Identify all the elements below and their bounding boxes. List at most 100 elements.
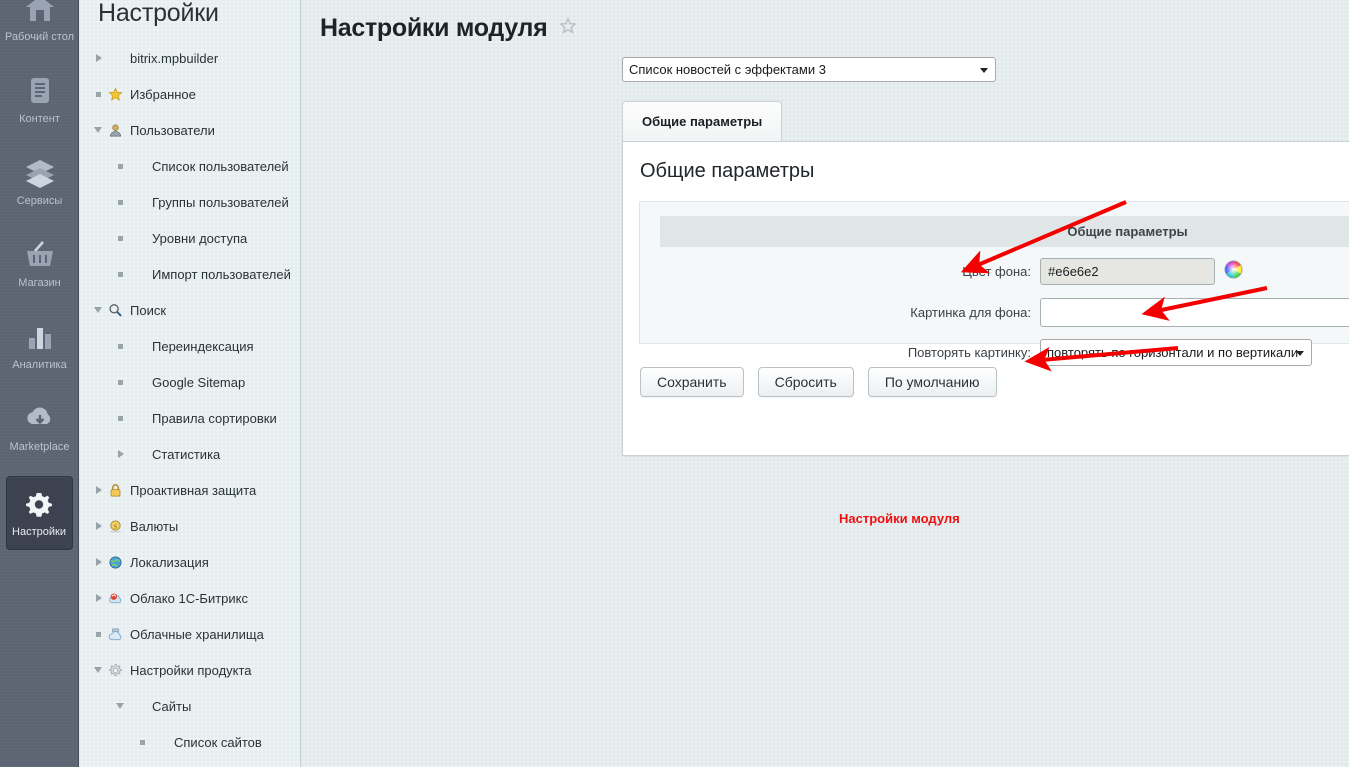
section-header: Общие параметры [660,216,1349,247]
rail-item-services[interactable]: Сервисы [0,148,78,214]
tree-item-user-import[interactable]: Импорт пользователей [80,256,300,292]
default-button[interactable]: По умолчанию [867,367,997,397]
parameters-panel: Общие параметры Цвет фона: #e6e6e2 Карти… [639,201,1349,366]
layers-services-icon [21,154,59,192]
bullet-icon [114,159,128,173]
chevron-down-icon[interactable] [92,303,106,317]
magnifier-icon [106,301,124,319]
save-button[interactable]: Сохранить [640,367,744,397]
tab-label: Общие параметры [642,114,763,129]
chevron-down-icon[interactable] [92,663,106,677]
bullet-icon [114,195,128,209]
page-header: Настройки модуля [302,0,1349,43]
reset-button[interactable]: Сбросить [757,367,854,397]
tree-label: Настройки продукта [130,662,252,678]
no-icon [128,697,146,715]
chevron-right-icon[interactable] [92,591,106,605]
chevron-right-icon[interactable] [114,447,128,461]
star-icon [106,85,124,103]
color-wheel-icon[interactable] [1224,259,1243,284]
tree-item-site-templates[interactable]: Шаблоны сайтов [80,760,300,767]
card-heading: Общие параметры [640,160,815,182]
tree-item-users[interactable]: Пользователи [80,112,300,148]
bg-color-input[interactable]: #e6e6e2 [1040,258,1215,285]
rail-item-marketplace[interactable]: Marketplace [0,394,78,460]
default-button-label: По умолчанию [884,374,980,390]
no-icon [128,409,146,427]
chevron-down-icon [980,67,988,73]
rail-item-shop[interactable]: Магазин [0,230,78,296]
menu-panel-title: Настройки [98,0,219,27]
tree-label: Поиск [130,302,167,318]
field-label-bg-color: Цвет фона: [962,264,1031,279]
bullet-icon [114,411,128,425]
tree-item-bitrix-cloud[interactable]: Облако 1С-Битрикс [80,580,300,616]
tree-label: Облачные хранилища [130,626,264,642]
rail-item-analytics[interactable]: Аналитика [0,312,78,378]
bullet-icon [114,339,128,353]
field-row-repeat: Повторять картинку: повторять по горизон… [640,339,1349,366]
tree-item-users-list[interactable]: Список пользователей [80,148,300,184]
repeat-select[interactable]: повторять по горизонтали и по вертикали [1040,339,1312,366]
tree-item-access-levels[interactable]: Уровни доступа [80,220,300,256]
tree-item-site-list[interactable]: Список сайтов [80,724,300,760]
rail-item-content[interactable]: Контент [0,66,78,132]
tree-item-statistics[interactable]: Статистика [80,436,300,472]
settings-card: Общие параметры Общие параметры Цвет фон… [622,141,1349,456]
tree-item-proactive-protection[interactable]: Проактивная защита [80,472,300,508]
tree-item-user-groups[interactable]: Группы пользователей [80,184,300,220]
no-icon [128,337,146,355]
chevron-right-icon[interactable] [92,51,106,65]
bullet-icon [114,267,128,281]
tree-item-favorites[interactable]: Избранное [80,76,300,112]
globe-icon [106,553,124,571]
settings-tree: bitrix.mpbuilder Избранное Пользователи … [80,26,300,767]
tab-general-parameters[interactable]: Общие параметры [622,101,783,141]
tree-item-bitrix-mpbuilder[interactable]: bitrix.mpbuilder [80,40,300,76]
tree-label: Статистика [152,446,221,462]
rail-label-shop: Магазин [18,277,61,289]
field-row-bg-color: Цвет фона: #e6e6e2 [640,258,1349,285]
module-select-value: Список новостей с эффектами 3 [629,62,826,77]
rail-item-settings[interactable]: Настройки [5,476,73,550]
tab-bar: Общие параметры [622,101,1349,141]
tree-item-google-sitemap[interactable]: Google Sitemap [80,364,300,400]
field-label-bg-image: Картинка для фона: [910,305,1031,320]
module-select[interactable]: Список новостей с эффектами 3 [622,57,996,82]
no-icon [106,49,124,67]
tree-item-sites[interactable]: Сайты [80,688,300,724]
tree-item-currencies[interactable]: S Валюты [80,508,300,544]
tree-label: Облако 1С-Битрикс [130,590,248,606]
tree-item-cloud-storage[interactable]: Облачные хранилища [80,616,300,652]
chevron-right-icon[interactable] [92,519,106,533]
star-outline-icon[interactable] [559,16,578,40]
bullet-icon [136,735,150,749]
annotation-label: Настройки модуля [839,511,960,526]
bg-image-input[interactable] [1040,298,1349,327]
chevron-down-icon[interactable] [92,123,106,137]
bullet-icon [92,627,106,641]
tree-label: Валюты [130,518,179,534]
svg-text:S: S [113,523,117,530]
tree-label: Пользователи [130,122,215,138]
tree-label: Переиндексация [152,338,254,354]
gear-settings-icon [20,485,58,523]
tree-label: Google Sitemap [152,374,246,390]
tree-label: Группы пользователей [152,194,289,210]
no-icon [128,265,146,283]
tree-item-localization[interactable]: Локализация [80,544,300,580]
tree-item-product-settings[interactable]: Настройки продукта [80,652,300,688]
field-label-repeat: Повторять картинку: [907,345,1031,360]
tree-label: Уровни доступа [152,230,248,246]
tree-item-reindex[interactable]: Переиндексация [80,328,300,364]
chevron-right-icon[interactable] [92,555,106,569]
gear-icon [106,661,124,679]
page-title: Настройки модуля [320,14,548,42]
chevron-down-icon[interactable] [114,699,128,713]
content-document-icon [21,72,59,110]
tree-item-search[interactable]: Поиск [80,292,300,328]
tree-item-sort-rules[interactable]: Правила сортировки [80,400,300,436]
rail-item-desktop[interactable]: Рабочий стол [0,0,78,50]
lock-icon [106,481,124,499]
chevron-right-icon[interactable] [92,483,106,497]
